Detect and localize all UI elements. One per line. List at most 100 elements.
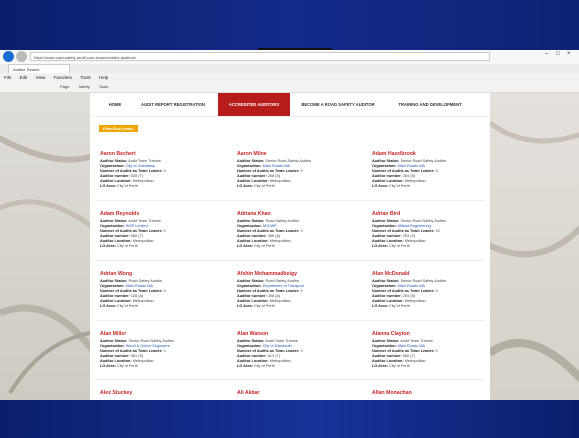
field-value: 3 [435,169,438,173]
field-value: City of Perth [253,364,275,368]
nav-training-development[interactable]: TRAINING AND DEVELOPMENT [386,93,474,116]
cmd-tools[interactable]: Tools [99,84,108,89]
auditor-card: Allan Monachan [372,390,490,398]
field-value: 304 (S) [402,174,416,178]
main-nav: HOME AUDIT REPORT REGISTRATION ACCREDITE… [90,93,490,117]
field-value[interactable]: Department of Transport [263,284,304,288]
field-value: Senior Road Safety Auditor [400,219,447,223]
field-value: Road Safety Auditor [265,219,300,223]
menu-view[interactable]: View [36,75,46,80]
field-value[interactable]: Main Roads WA [398,164,425,168]
auditor-name[interactable]: Alex Stuckey [100,390,218,396]
minimize-icon[interactable]: – [545,51,548,57]
auditor-name[interactable]: Aaron Milne [237,151,355,157]
field-label: Auditor Location: [372,359,404,363]
auditor-card: Aaron Bechert Auditor Status: Audit Team … [100,151,218,189]
menu-favorites[interactable]: Favorites [54,75,73,80]
field-value[interactable]: WSP Limited [126,224,148,228]
auditor-name[interactable]: Adam Reynolds [100,211,218,217]
auditor-card: Adrian Bird Auditor Status: Senior Road S… [372,211,490,249]
cmd-safety[interactable]: Safety [78,84,89,89]
auditor-name[interactable]: Allan Monachan [372,390,490,396]
auditor-name[interactable]: Aaron Bechert [100,151,218,157]
auditor-card: Adam Reynolds Auditor Status: Audit Team … [100,211,218,249]
field-value: 0 [300,229,303,233]
field-label: Auditor Status: [100,279,128,283]
maximize-icon[interactable]: □ [556,51,560,57]
field-value[interactable]: City of Mandurah [263,344,292,348]
field-label: LG Area: [100,184,116,188]
highway-illustration-left [0,135,90,395]
auditor-name[interactable]: Adam Hazelbrook [372,151,490,157]
field-value: City of Perth [388,304,410,308]
filter-badge[interactable]: Filter/Sort (max) [99,125,138,132]
field-label: Number of Audits as Team Leader: [237,349,300,353]
field-label: Organisation: [100,284,125,288]
field-value: 351 (S) [130,354,144,358]
field-value: 0 [435,349,438,353]
field-value: 9 [300,169,303,173]
auditor-card: Adriana Khan Auditor Status: Road Safety … [237,211,355,249]
field-value[interactable]: Main Roads WA [263,164,290,168]
field-value: 0 [435,289,438,293]
field-value: 10 [435,229,440,233]
forward-icon[interactable] [16,51,27,62]
field-value[interactable]: Wood & Grieve Engineers [126,344,170,348]
field-label: Auditor number: [372,174,402,178]
auditor-name[interactable]: Adrian Wong [100,271,218,277]
field-value[interactable]: Main Roads WA [126,284,153,288]
field-label: Auditor number: [237,294,267,298]
auditor-name[interactable]: Afshin Mohammadbeigy [237,271,355,277]
cmd-page[interactable]: Page [60,84,69,89]
field-label: Organisation: [372,164,397,168]
field-label: Organisation: [100,344,125,348]
nav-home[interactable]: HOME [100,93,130,116]
field-value[interactable]: ARCWP [263,224,277,228]
auditor-name[interactable]: Alan Miller [100,331,218,337]
field-value: 613 (T) [267,354,281,358]
menu-file[interactable]: File [4,75,11,80]
field-value[interactable]: Main Roads WA [398,284,425,288]
url-input[interactable]: https://www.road-safety-audit.com.au/acc… [30,52,490,61]
close-icon[interactable]: × [567,51,571,57]
field-label: Auditor Status: [100,339,128,343]
field-value[interactable]: City of Joondalup [126,164,155,168]
auditor-name[interactable]: Alan Watson [237,331,355,337]
field-label: Auditor number: [372,354,402,358]
row-divider [95,260,485,261]
browser-tab[interactable]: Auditor Search [8,64,70,73]
auditor-name[interactable]: Alan McDonald [372,271,490,277]
field-label: LG Area: [237,364,253,368]
field-label: Auditor Location: [372,239,404,243]
field-label: LG Area: [372,364,388,368]
field-value: City of Perth [388,184,410,188]
address-bar: https://www.road-safety-audit.com.au/acc… [0,50,579,65]
menu-tools[interactable]: Tools [80,75,91,80]
auditor-name[interactable]: Ali Akbar [237,390,355,396]
field-value: Metropolitan [404,239,426,243]
field-label: Number of Audits as Team Leader: [237,289,300,293]
nav-become-auditor[interactable]: BECOME A ROAD SAFETY AUDITOR [294,93,382,116]
field-label: Auditor number: [237,234,267,238]
field-value: 0 [300,289,303,293]
field-value: 535 (T) [130,174,144,178]
highway-illustration-right [490,120,579,383]
menu-edit[interactable]: Edit [20,75,28,80]
back-icon[interactable] [3,51,14,62]
nav-audit-report-registration[interactable]: AUDIT REPORT REGISTRATION [132,93,214,116]
auditor-name[interactable]: Alanna Clayton [372,331,490,337]
field-value[interactable]: Mitford Engineering [398,224,431,228]
auditor-name[interactable]: Adriana Khan [237,211,355,217]
menu-help[interactable]: Help [99,75,108,80]
field-value: 398 (A) [267,294,281,298]
field-label: Organisation: [372,224,397,228]
nav-accredited-auditors[interactable]: ACCREDITED AUDITORS [218,93,290,116]
field-label: Auditor number: [372,294,402,298]
field-value: 128 (A) [130,294,144,298]
auditor-name[interactable]: Adrian Bird [372,211,490,217]
field-label: Auditor number: [237,174,267,178]
field-value[interactable]: Main Roads WA [398,344,425,348]
field-label: Auditor Status: [372,159,400,163]
field-value: Metropolitan [269,359,291,363]
field-value: Metropolitan [269,239,291,243]
